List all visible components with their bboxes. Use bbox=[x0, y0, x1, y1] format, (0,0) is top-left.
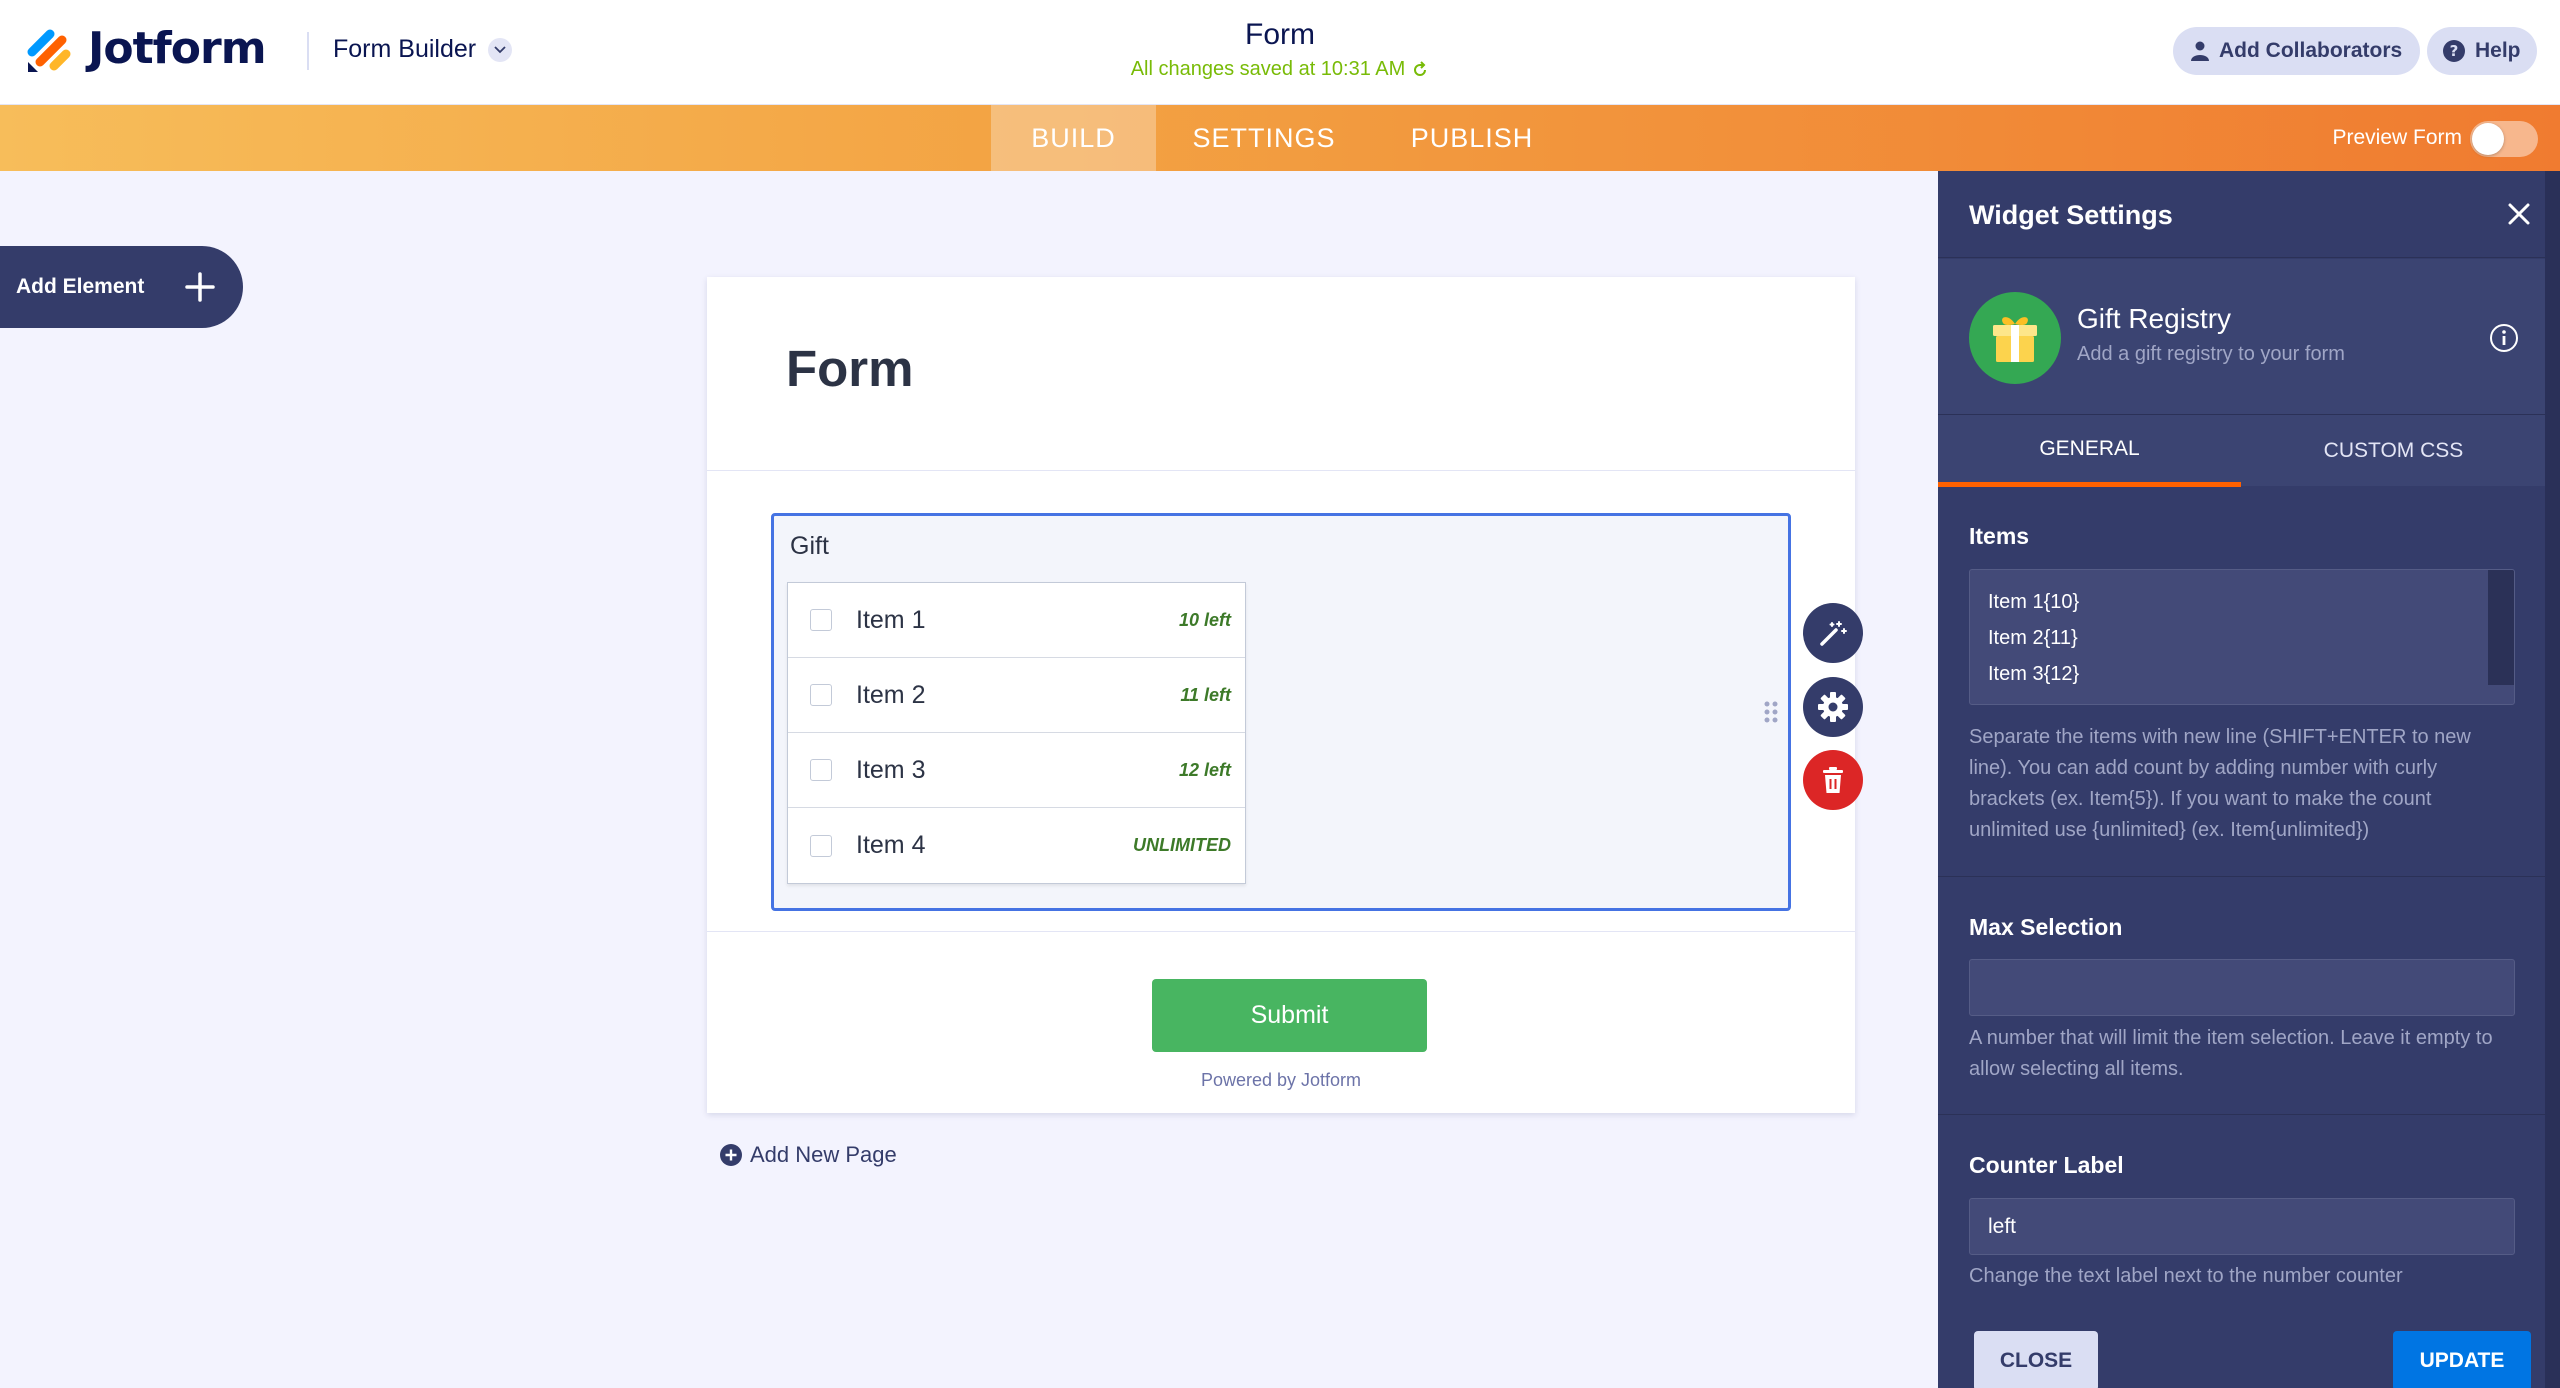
gift-item-name: Item 2 bbox=[856, 680, 926, 709]
user-icon bbox=[2191, 41, 2209, 61]
wand-icon bbox=[1820, 621, 1847, 646]
close-button[interactable]: CLOSE bbox=[1974, 1331, 2098, 1388]
toggle-knob bbox=[2472, 123, 2504, 155]
form-title[interactable]: Form bbox=[980, 18, 1580, 52]
items-help: Separate the items with new line (SHIFT+… bbox=[1969, 726, 2471, 841]
counter-label-help: Change the text label next to the number… bbox=[1969, 1265, 2403, 1287]
add-new-page-label: Add New Page bbox=[750, 1142, 897, 1167]
gift-item[interactable]: Item 1 10 left bbox=[788, 583, 1245, 658]
add-element-label: Add Element bbox=[16, 275, 145, 298]
trash-icon bbox=[1823, 767, 1843, 793]
add-new-page-link[interactable]: Add New Page bbox=[720, 1142, 897, 1168]
section-divider bbox=[1938, 876, 2545, 877]
gift-item-count: 11 left bbox=[1180, 684, 1231, 705]
save-status-text: All changes saved at 10:31 AM bbox=[1130, 58, 1406, 80]
max-selection-help: A number that will limit the item select… bbox=[1969, 1027, 2493, 1080]
heading-divider bbox=[707, 470, 1855, 471]
form-builder-menu[interactable]: Form Builder bbox=[333, 35, 513, 64]
gift-item-name: Item 3 bbox=[856, 755, 926, 784]
close-icon[interactable] bbox=[2506, 201, 2532, 227]
brand-name: Jotform bbox=[88, 22, 267, 74]
panel-tabs: GENERAL CUSTOM CSS bbox=[1938, 414, 2545, 487]
update-button[interactable]: UPDATE bbox=[2393, 1331, 2531, 1388]
panel-scrollbar[interactable] bbox=[2545, 171, 2560, 1388]
plus-icon bbox=[185, 272, 215, 302]
gift-item[interactable]: Item 3 12 left bbox=[788, 733, 1245, 808]
info-icon[interactable] bbox=[2489, 323, 2519, 353]
help-icon: ? bbox=[2443, 40, 2465, 62]
gift-item[interactable]: Item 4 UNLIMITED bbox=[788, 808, 1245, 883]
builder-label: Form Builder bbox=[333, 35, 477, 63]
delete-button[interactable] bbox=[1803, 750, 1863, 810]
tab-general[interactable]: GENERAL bbox=[1938, 415, 2241, 487]
widget-label: Gift bbox=[790, 532, 829, 560]
gift-item-name: Item 1 bbox=[856, 605, 926, 634]
submit-divider bbox=[707, 931, 1855, 932]
gift-checkbox[interactable] bbox=[810, 834, 832, 857]
help-label: Help bbox=[2475, 39, 2521, 62]
items-textarea[interactable]: Item 1{10} Item 2{11} Item 3{12} bbox=[1969, 569, 2515, 705]
gift-item[interactable]: Item 2 11 left bbox=[788, 658, 1245, 733]
tab-custom-css[interactable]: CUSTOM CSS bbox=[2242, 415, 2545, 487]
powered-by[interactable]: Powered by Jotform bbox=[707, 1070, 1855, 1091]
section-divider bbox=[1938, 1114, 2545, 1115]
gift-checkbox[interactable] bbox=[810, 609, 832, 631]
refresh-icon[interactable] bbox=[1411, 60, 1429, 79]
chevron-down-icon bbox=[488, 37, 513, 62]
items-line: Item 2{11} bbox=[1988, 627, 2078, 649]
form-title-area: Form All changes saved at 10:31 AM bbox=[980, 18, 1580, 81]
settings-button[interactable] bbox=[1803, 677, 1863, 737]
gift-item-count: 12 left bbox=[1178, 759, 1231, 780]
tab-settings[interactable]: SETTINGS bbox=[1156, 105, 1372, 171]
gift-item-name: Item 4 bbox=[856, 831, 926, 859]
wand-button[interactable] bbox=[1803, 603, 1863, 663]
counter-label-title: Counter Label bbox=[1969, 1152, 2124, 1178]
jotform-logo-icon bbox=[27, 29, 71, 72]
jotform-logo[interactable]: Jotform bbox=[26, 22, 267, 74]
textarea-scrollbar[interactable] bbox=[2488, 570, 2514, 685]
preview-form-label: Preview Form bbox=[2332, 126, 2462, 149]
gear-icon bbox=[1818, 692, 1848, 722]
panel-title: Widget Settings bbox=[1969, 200, 2173, 230]
add-element-button[interactable]: Add Element bbox=[0, 246, 243, 328]
widget-description: Add a gift registry to your form bbox=[2077, 343, 2345, 365]
tab-build[interactable]: BUILD bbox=[991, 105, 1156, 171]
svg-text:?: ? bbox=[2450, 42, 2459, 60]
gift-checkbox[interactable] bbox=[810, 684, 832, 706]
gift-checkbox[interactable] bbox=[810, 759, 832, 781]
add-collaborators-button[interactable]: Add Collaborators bbox=[2173, 27, 2421, 75]
max-selection-input[interactable] bbox=[1969, 959, 2515, 1016]
items-line: Item 1{10} bbox=[1988, 591, 2080, 613]
add-collaborators-label: Add Collaborators bbox=[2219, 39, 2403, 62]
gift-list: Item 1 10 left Item 2 11 left Item 3 12 … bbox=[787, 582, 1246, 884]
preview-form-toggle[interactable] bbox=[2470, 121, 2538, 157]
gift-item-count: 10 left bbox=[1178, 609, 1231, 630]
tab-publish[interactable]: PUBLISH bbox=[1372, 105, 1572, 171]
widget-settings-panel: Widget Settings Gift Registry Add a gift… bbox=[1938, 171, 2545, 1388]
drag-handle-icon[interactable] bbox=[1763, 700, 1779, 724]
form-heading[interactable]: Form bbox=[786, 339, 914, 398]
gift-icon bbox=[1969, 292, 2061, 384]
top-bar: Jotform Form Builder Form All changes sa… bbox=[0, 0, 2560, 105]
max-selection-label: Max Selection bbox=[1969, 914, 2123, 940]
plus-circle-icon bbox=[720, 1144, 742, 1166]
panel-header: Widget Settings bbox=[1938, 171, 2545, 258]
save-status: All changes saved at 10:31 AM bbox=[980, 58, 1580, 81]
form-card: Form Gift Item 1 10 left Item 2 11 left … bbox=[707, 277, 1855, 1113]
items-label: Items bbox=[1969, 523, 2030, 549]
widget-name: Gift Registry bbox=[2077, 303, 2232, 334]
counter-label-input[interactable]: left bbox=[1969, 1198, 2515, 1255]
header-divider bbox=[307, 32, 309, 70]
gift-item-count: UNLIMITED bbox=[1133, 835, 1231, 855]
gift-registry-widget[interactable]: Gift Item 1 10 left Item 2 11 left Item … bbox=[771, 513, 1791, 911]
widget-info: Gift Registry Add a gift registry to you… bbox=[1938, 259, 2545, 414]
items-line: Item 3{12} bbox=[1988, 663, 2080, 685]
submit-button[interactable]: Submit bbox=[1152, 979, 1427, 1052]
help-button[interactable]: ? Help bbox=[2427, 27, 2537, 75]
